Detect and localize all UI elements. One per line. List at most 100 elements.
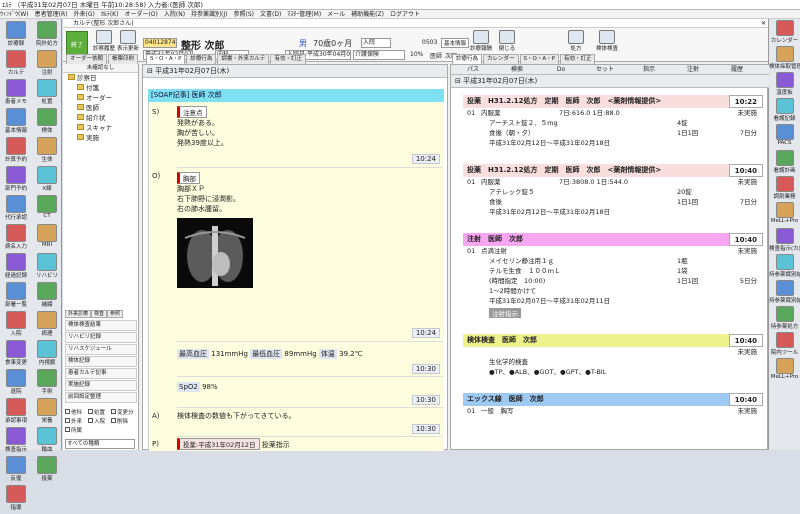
tool-button-32[interactable]: 指導 <box>1 484 31 513</box>
menu-item-1[interactable]: 患者管理(R) <box>35 11 68 18</box>
tree-node-6[interactable]: 実施 <box>63 133 138 143</box>
right-toolbar-item-3[interactable]: セット <box>583 65 627 75</box>
menu-item-11[interactable]: 補助機能(Z) <box>351 11 384 18</box>
right-tool-button-3[interactable]: 看護記録 <box>769 97 800 123</box>
tool-button-9[interactable]: 生体 <box>32 136 62 165</box>
status-select[interactable]: 入院 <box>361 38 391 48</box>
right-tool-button-5[interactable]: 看護計画 <box>769 149 800 175</box>
patient-id-field[interactable]: 04012874 <box>143 38 177 48</box>
menu-item-8[interactable]: 文書(D) <box>260 11 281 18</box>
tree-node-0[interactable]: 診察日 <box>63 73 138 83</box>
right-tool-button-12[interactable]: 院内ツール <box>769 331 800 357</box>
right-tool-button-8[interactable]: 検査指示(カ) <box>769 227 800 253</box>
bottom-tab-0[interactable]: 外来診療 <box>65 310 92 318</box>
order-header[interactable]: 投薬 H31.2.12処方 定期 医師 次郎 <薬剤情報提供> 10:40 <box>463 164 763 177</box>
p-order-tag[interactable]: 投薬:平成31年02月12日 <box>177 438 260 450</box>
right-tool-button-1[interactable]: 検体採取管理 <box>769 45 800 71</box>
order-header[interactable]: 検体検査 医師 次郎 10:40 <box>463 334 763 347</box>
tool-button-11[interactable]: X線 <box>32 165 62 194</box>
specimen-button[interactable]: 検体検査 <box>593 30 621 52</box>
tool-button-23[interactable]: 内視鏡 <box>32 339 62 368</box>
menu-item-10[interactable]: メール <box>327 11 345 18</box>
injection-order-button[interactable]: 注射指示 <box>489 308 521 318</box>
menu-item-12[interactable]: ログアウト <box>390 11 420 18</box>
menu-item-5[interactable]: 入院(N) <box>164 11 185 18</box>
tool-button-5[interactable]: 処置 <box>32 78 62 107</box>
right-tool-button-7[interactable]: MeLL+Pro <box>769 201 800 227</box>
filter-checkbox[interactable]: 所属 <box>65 427 88 436</box>
tool-button-1[interactable]: 院外処方 <box>32 20 62 49</box>
tool-button-18[interactable]: 部署一覧 <box>1 281 31 310</box>
rx-button[interactable]: 処方 <box>563 30 589 52</box>
filter-checkbox[interactable]: 変更分 <box>111 409 134 418</box>
right-tool-button-10[interactable]: 持参薬識別結果中止 <box>769 279 800 305</box>
tool-button-31[interactable]: 投薬 <box>32 455 62 484</box>
tool-button-14[interactable]: 病名入力 <box>1 223 31 252</box>
menu-item-0[interactable]: ｳｨﾝﾄﾞｳ(W) <box>0 11 29 18</box>
bottom-list-item[interactable]: リハビリ記録 <box>65 332 137 343</box>
tool-button-21[interactable]: 病理 <box>32 310 62 339</box>
bottom-list-item[interactable]: 患者カルテ記事 <box>65 368 137 379</box>
right-toolbar-item-4[interactable]: 指示 <box>627 65 671 75</box>
insurance-select[interactable]: 介護保険 <box>353 50 405 60</box>
menu-item-7[interactable]: 参照(S) <box>233 11 254 18</box>
tree-node-5[interactable]: スキャナ <box>63 123 138 133</box>
tool-button-0[interactable]: 診療録 <box>1 20 31 49</box>
bottom-list-item[interactable]: 前回設定整理 <box>65 392 137 403</box>
right-tool-button-0[interactable]: カレンダー <box>769 19 800 45</box>
bottom-list-item[interactable]: リハスケジュール <box>65 344 137 355</box>
tool-button-6[interactable]: 基本情報 <box>1 107 31 136</box>
save-button[interactable]: 診察履歴 <box>93 30 115 52</box>
right-toolbar-item-0[interactable]: パス <box>451 65 495 75</box>
fee-button[interactable]: 診療報酬 <box>468 30 494 52</box>
tool-button-15[interactable]: MRI <box>32 223 62 252</box>
bottom-list-item[interactable]: 検体記録 <box>65 356 137 367</box>
close-icon[interactable]: ✕ <box>761 19 766 28</box>
tool-button-29[interactable]: 輸血 <box>32 426 62 455</box>
tool-button-26[interactable]: 承認事項 <box>1 397 31 426</box>
bottom-tab-1[interactable]: 検査 <box>91 310 108 318</box>
tool-button-30[interactable]: 反復 <box>1 455 31 484</box>
filter-checkbox[interactable]: 入院 <box>88 418 111 427</box>
tool-button-3[interactable]: 注射 <box>32 49 62 78</box>
menu-item-9[interactable]: ﾏｽﾀｰ管理(M) <box>287 11 321 18</box>
filter-checkbox[interactable]: 他科 <box>65 409 88 418</box>
tool-button-20[interactable]: 入院 <box>1 310 31 339</box>
tool-button-8[interactable]: 計算予約 <box>1 136 31 165</box>
menu-item-4[interactable]: オーダー(O) <box>124 11 157 18</box>
bottom-tab-2[interactable]: 参照 <box>107 310 124 318</box>
bottom-list-item[interactable]: 検体検査結果 <box>65 320 137 331</box>
tree-node-2[interactable]: オーダー <box>63 93 138 103</box>
tool-button-28[interactable]: 検査指示 <box>1 426 31 455</box>
menu-item-6[interactable]: 持参薬識別(J) <box>191 11 227 18</box>
tool-button-16[interactable]: 経過記録 <box>1 252 31 281</box>
close-button[interactable]: 閉じる <box>496 30 518 52</box>
tool-button-24[interactable]: 退院 <box>1 368 31 397</box>
tool-button-2[interactable]: カルテ <box>1 49 31 78</box>
order-header[interactable]: 投薬 H31.2.12処方 定期 医師 次郎 <薬剤情報提供> 10:22 <box>463 95 763 108</box>
menu-item-3[interactable]: ｶﾙﾃ(K) <box>101 11 119 18</box>
right-tool-button-13[interactable]: MeLL+Pro <box>769 357 800 383</box>
right-toolbar-item-2[interactable]: Do <box>539 65 583 75</box>
tool-button-10[interactable]: 部門予約 <box>1 165 31 194</box>
right-tool-button-11[interactable]: 持参薬処方 <box>769 305 800 331</box>
tree-node-1[interactable]: 付箋 <box>63 83 138 93</box>
right-toolbar-item-5[interactable]: 注射 <box>671 65 715 75</box>
basic-info-button[interactable]: 基本情報 <box>441 38 470 48</box>
right-toolbar-item-1[interactable]: 検索 <box>495 65 539 75</box>
tool-button-27[interactable]: 栄養 <box>32 397 62 426</box>
tool-button-17[interactable]: リハビリ <box>32 252 62 281</box>
right-toolbar-item-6[interactable]: 履歴 <box>715 65 759 75</box>
tree-node-4[interactable]: 紹介状 <box>63 113 138 123</box>
right-tool-button-4[interactable]: PACS <box>769 123 800 149</box>
bottom-list-item[interactable]: 実施記録 <box>65 380 137 391</box>
tool-button-13[interactable]: CT <box>32 194 62 223</box>
tool-button-7[interactable]: 検体 <box>32 107 62 136</box>
tool-button-25[interactable]: 手術 <box>32 368 62 397</box>
filter-checkbox[interactable]: 削除 <box>111 418 134 427</box>
menu-item-2[interactable]: 外来(G) <box>73 11 94 18</box>
refresh-button[interactable]: 表示更新 <box>117 30 139 52</box>
right-tool-button-2[interactable]: 温度板 <box>769 71 800 97</box>
filter-checkbox[interactable]: 外来 <box>65 418 88 427</box>
right-tool-button-9[interactable]: 持参薬識別結果 <box>769 253 800 279</box>
